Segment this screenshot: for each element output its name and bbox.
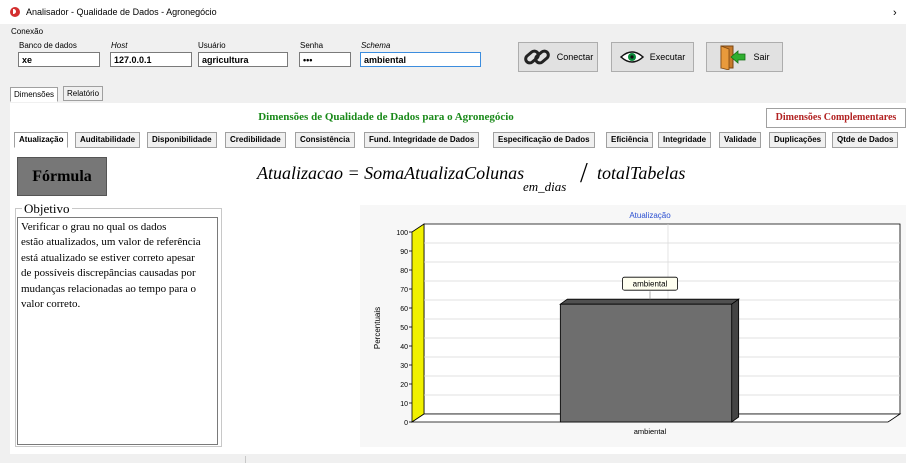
execute-label: Executar [649, 52, 686, 62]
y-tick-label: 20 [400, 382, 408, 389]
tab-dimensoes[interactable]: Dimensões [10, 87, 59, 102]
tab-eficiencia[interactable]: Eficiência [606, 132, 654, 148]
tab-duplicacoes[interactable]: Duplicações [769, 132, 827, 148]
objective-line: valor correto. [21, 298, 81, 311]
tab-fund-integridade[interactable]: Fund. Integridade de Dados [364, 132, 480, 148]
app-icon [10, 7, 20, 17]
y-tick-label: 0 [404, 420, 408, 427]
tab-disponibilidade[interactable]: Disponibilidade [147, 132, 217, 148]
y-tick-label: 70 [400, 287, 408, 294]
y-tick-label: 100 [396, 230, 408, 237]
database-label: Banco de dados [19, 41, 77, 50]
y-tick-label: 50 [400, 325, 408, 332]
formula-subscript: em_dias [523, 179, 567, 194]
complementary-heading: Dimensões Complementares [766, 108, 906, 128]
tab-credibilidade[interactable]: Credibilidade [225, 132, 286, 148]
host-input[interactable]: 127.0.0.1 [110, 52, 192, 67]
objective-line: de possíveis discrepâncias causadas por [21, 267, 196, 280]
tab-integridade[interactable]: Integridade [658, 132, 712, 148]
exit-door-icon [720, 45, 746, 70]
tab-validade[interactable]: Validade [719, 132, 762, 148]
data-label: ambiental [633, 280, 668, 289]
user-input[interactable]: agricultura [198, 52, 288, 67]
tab-consistencia[interactable]: Consistência [295, 132, 355, 148]
objective-line: mudanças relacionadas ao tempo para o [21, 282, 197, 295]
y-tick-label: 80 [400, 268, 408, 275]
status-separator [245, 456, 246, 463]
window-close-button[interactable]: › [893, 7, 897, 19]
y-tick-label: 10 [400, 401, 408, 408]
password-label: Senha [300, 41, 324, 50]
host-label: Host [111, 41, 128, 50]
objective-line: estão atualizados, um valor de referênci… [21, 236, 201, 249]
database-input[interactable]: xe [18, 52, 100, 67]
eye-icon [619, 51, 644, 63]
tab-auditabilidade[interactable]: Auditabilidade [75, 132, 141, 148]
bar-chart: Atualização Percentuais ambiental 0 10 20 3… [373, 211, 902, 436]
x-tick-label: ambiental [634, 427, 667, 436]
formula-label: Fórmula [32, 167, 92, 185]
link-icon [523, 49, 550, 65]
tab-qtde-dados[interactable]: Qtde de Dados [832, 132, 899, 148]
objective-textarea[interactable]: Verificar o grau no qual os dados estão … [17, 217, 218, 445]
y-tick-label: 30 [400, 363, 408, 370]
tab-atualizacao[interactable]: Atualização [14, 132, 69, 148]
objective-legend: Objetivo [22, 201, 72, 217]
user-label: Usuário [198, 41, 226, 50]
y-axis-label: Percentuais [373, 307, 382, 349]
connect-button[interactable]: Conectar [518, 42, 598, 72]
y-tick-label: 90 [400, 249, 408, 256]
schema-input[interactable]: ambiental [360, 52, 481, 67]
bar-ambiental [559, 303, 733, 423]
execute-button[interactable]: Executar [611, 42, 694, 72]
formula-rhs: totalTabelas [597, 163, 686, 183]
password-input[interactable]: ••• [299, 52, 351, 67]
bar-side-face [731, 298, 740, 423]
y-tick-label: 60 [400, 306, 408, 313]
window-title: Analisador - Qualidade de Dados - Agrone… [26, 7, 217, 17]
objective-line: está atualizado se estiver correto apesa… [21, 251, 195, 264]
main-heading: Dimensões de Qualidade de Dados para o A… [258, 111, 514, 123]
chart-title: Atualização [629, 211, 671, 220]
exit-button[interactable]: Sair [706, 42, 783, 72]
y-tick-label: 40 [400, 344, 408, 351]
connection-group-label: Conexão [11, 27, 44, 36]
connect-label: Conectar [556, 52, 594, 62]
formula-lhs: Atualizacao = SomaAtualizaColunas [257, 163, 525, 183]
tab-especificacao[interactable]: Especificação de Dados [493, 132, 595, 148]
schema-label: Schema [361, 41, 391, 50]
chart-left-wall [411, 223, 425, 423]
tab-relatorio[interactable]: Relatório [63, 86, 104, 101]
bar-top-face [559, 298, 740, 305]
objective-line: Verificar o grau no qual os dados [21, 221, 167, 233]
exit-label: Sair [753, 52, 770, 62]
formula-slash: / [580, 158, 588, 189]
